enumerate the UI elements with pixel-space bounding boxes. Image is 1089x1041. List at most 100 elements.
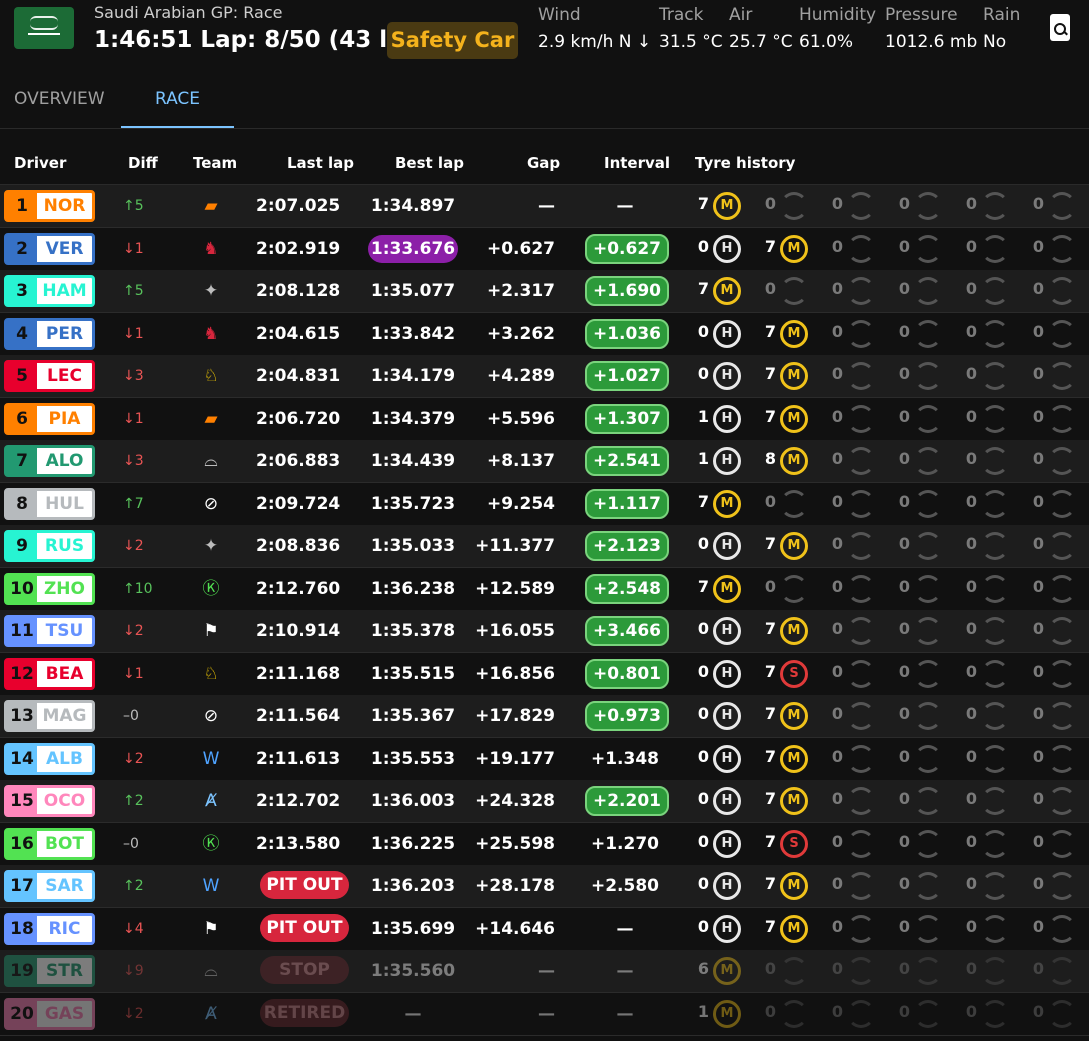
position-badge: 13 MAG: [4, 700, 95, 732]
table-row[interactable]: 13 MAG –0 ⊘ 2:11.564 1:35.367 +17.829 +0.973 0 H 7…: [0, 695, 1089, 738]
table-row[interactable]: 1 NOR ↑5 ▰ 2:07.025 1:34.897 — — 7 M 0 0 0 0 0: [0, 185, 1089, 228]
tyre-compound-icon: H: [713, 447, 741, 475]
stint-laps: 7: [697, 279, 709, 298]
driver-code: VER: [45, 238, 84, 259]
position-badge: 19 STR: [4, 955, 95, 987]
stint-laps: 0: [898, 449, 910, 468]
table-row[interactable]: 9 RUS ↓2 ✦ 2:08.836 1:35.033 +11.377 +2.123 0 H 7 M…: [0, 525, 1089, 568]
stint-laps: 0: [831, 194, 843, 213]
stint-laps: 0: [831, 619, 843, 638]
table-row[interactable]: 15 OCO ↑2 Ⱥ 2:12.702 1:36.003 +24.328 +2.201 0 H 7…: [0, 780, 1089, 823]
empty-tyre-icon: [847, 574, 875, 603]
col-last-lap[interactable]: Last lap: [287, 154, 354, 172]
stint-laps: 0: [831, 576, 843, 596]
empty-tyre-icon: [780, 192, 808, 220]
empty-tyre-icon: [847, 659, 875, 688]
empty-tyre-icon: [981, 574, 1009, 603]
position-diff: ↑2: [123, 878, 144, 894]
stint-laps: 0: [697, 831, 709, 851]
weather-air: Air 25.7 °C: [729, 5, 793, 52]
tyre-stint: 7M: [764, 319, 819, 348]
stint-laps: 0: [965, 831, 977, 851]
stint-laps: 0: [697, 236, 709, 256]
table-row[interactable]: 11 TSU ↓2 ⚑ 2:10.914 1:35.378 +16.055 +3.466 0 H 7…: [0, 610, 1089, 653]
table-row[interactable]: 20 GAS ↓2 Ⱥ RETIRED — — — 1 M 0 0 0 0 0: [0, 993, 1089, 1036]
table-row[interactable]: 12 BEA ↓1 ♘ 2:11.168 1:35.515 +16.856 +0.801 0 H 7…: [0, 653, 1089, 696]
driver-code: STR: [46, 961, 83, 981]
tyre-stint: 7M: [764, 744, 819, 773]
position-diff: ↓3: [123, 368, 144, 384]
tyre-stint: 0: [831, 489, 886, 518]
empty-tyre-icon: [780, 277, 808, 305]
table-row[interactable]: 8 HUL ↑7 ⊘ 2:09.724 1:35.723 +9.254 +1.117 7 M 0 0 0…: [0, 483, 1089, 526]
driver-code: PIA: [48, 408, 81, 429]
tyre-stint: 7M: [764, 787, 819, 815]
tyre-stint: 0: [831, 532, 886, 560]
tyre-stint: 0: [831, 659, 886, 688]
position-number: 10: [7, 575, 37, 602]
empty-tyre-icon: [1048, 787, 1076, 815]
tyre-stint: 0: [1032, 999, 1087, 1028]
col-gap[interactable]: Gap: [527, 154, 560, 172]
table-row[interactable]: 10 ZHO ↑10 Ⓚ 2:12.760 1:36.238 +12.589 +2.548 7 M…: [0, 568, 1089, 611]
tyre-stint: 0: [831, 957, 886, 985]
empty-tyre-icon: [1048, 914, 1076, 943]
tyre-stint: 7M: [764, 702, 819, 730]
stint-laps: 0: [965, 874, 977, 893]
stint-laps: 7: [697, 194, 709, 213]
empty-tyre-icon: [914, 404, 942, 433]
col-tyre-history[interactable]: Tyre history: [695, 154, 795, 172]
table-row[interactable]: 19 STR ↓9 ⌓ STOP 1:35.560 — — 6 M 0 0 0 0 0: [0, 950, 1089, 993]
tyre-stint: 0: [898, 574, 953, 603]
williams-logo-icon: W: [202, 748, 220, 769]
haas-logo-icon: ⊘: [203, 706, 219, 726]
table-row[interactable]: 2 VER ↓1 ♞ 2:02.919 1:33.676 +0.627 +0.627 0 H 7 M 0…: [0, 228, 1089, 271]
col-diff[interactable]: Diff: [128, 154, 158, 172]
stint-laps: 0: [898, 534, 910, 553]
stint-laps: 7: [764, 619, 776, 638]
best-lap-time: 1:33.842: [370, 323, 456, 344]
table-row[interactable]: 3 HAM ↑5 ✦ 2:08.128 1:35.077 +2.317 +1.690 7 M 0 0 0…: [0, 270, 1089, 313]
table-row[interactable]: 5 LEC ↓3 ♘ 2:04.831 1:34.179 +4.289 +1.027 0 H 7 M 0…: [0, 355, 1089, 398]
position-diff: ↓1: [123, 410, 144, 427]
col-best-lap[interactable]: Best lap: [395, 154, 464, 172]
tyre-stint: 0: [898, 404, 953, 433]
interval-value: +1.307: [585, 403, 669, 434]
last-lap-time: 2:04.615: [256, 323, 341, 344]
last-lap-time: 2:12.702: [256, 791, 341, 811]
best-lap-time: 1:35.033: [370, 536, 456, 556]
tyre-stint: 0H: [697, 914, 752, 943]
document-search-icon[interactable]: [1050, 14, 1070, 41]
col-interval[interactable]: Interval: [604, 154, 670, 172]
col-driver[interactable]: Driver: [14, 154, 66, 172]
best-lap-time: 1:35.515: [370, 663, 456, 684]
empty-tyre-icon: [914, 787, 942, 815]
position-diff: ↓4: [123, 920, 144, 937]
stint-laps: 0: [1032, 661, 1044, 681]
table-row[interactable]: 16 BOT –0 Ⓚ 2:13.580 1:36.225 +25.598 +1.270 0 H 7…: [0, 823, 1089, 866]
position-badge: 12 BEA: [4, 657, 95, 690]
tyre-compound-icon: H: [713, 872, 741, 900]
table-row[interactable]: 18 RIC ↓4 ⚑ PIT OUT 1:35.699 +14.646—0 H 7 M 0 0 0 0: [0, 908, 1089, 951]
stint-laps: 0: [898, 279, 910, 298]
position-number: 2: [7, 235, 37, 262]
stint-laps: 0: [965, 746, 977, 766]
tab-race[interactable]: RACE: [121, 70, 234, 128]
table-row[interactable]: 17 SAR ↑2 W PIT OUT 1:36.203 +28.178 +2.580 0 H 7 M…: [0, 865, 1089, 908]
tyre-stint: 0: [1032, 829, 1087, 858]
tyre-stint: 0: [898, 999, 953, 1028]
best-lap-time: 1:35.077: [370, 281, 456, 301]
col-team[interactable]: Team: [193, 154, 237, 172]
best-lap-time: 1:36.238: [370, 578, 456, 599]
tab-overview[interactable]: OVERVIEW: [14, 70, 105, 128]
last-lap-time: 2:11.613: [256, 748, 341, 769]
table-row[interactable]: 7 ALO ↓3 ⌓ 2:06.883 1:34.439 +8.137 +2.541 1 H 8 M 0…: [0, 440, 1089, 483]
table-row[interactable]: 14 ALB ↓2 W 2:11.613 1:35.553 +19.177 +1.348 0 H 7…: [0, 738, 1089, 781]
position-diff: –0: [123, 708, 139, 724]
empty-tyre-icon: [847, 447, 875, 475]
tyre-stint: 0: [831, 192, 886, 220]
tyre-stint: 0H: [697, 234, 752, 263]
tyre-stint: 0: [831, 872, 886, 900]
table-row[interactable]: 4 PER ↓1 ♞ 2:04.615 1:33.842 +3.262 +1.036 0 H 7 M 0…: [0, 313, 1089, 356]
table-row[interactable]: 6 PIA ↓1 ▰ 2:06.720 1:34.379 +5.596 +1.307 1 H 7 M 0…: [0, 398, 1089, 441]
